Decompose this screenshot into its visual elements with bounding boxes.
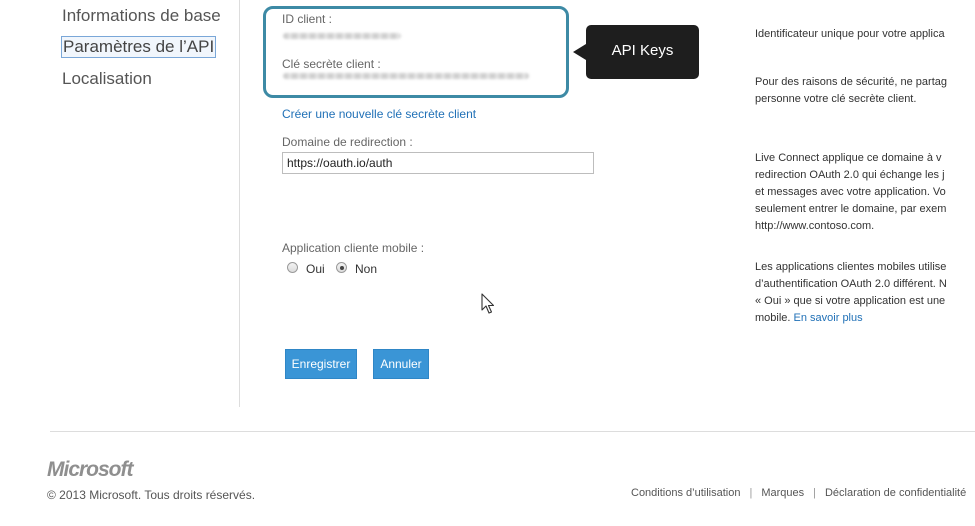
help-mobile-line: « Oui » que si votre application est une xyxy=(755,295,946,307)
client-id-label: ID client : xyxy=(282,12,333,26)
help-mobile-last-line: mobile. En savoir plus xyxy=(755,310,975,327)
nav-item-localization[interactable]: Localisation xyxy=(62,69,152,89)
trademarks-link[interactable]: Marques xyxy=(761,487,804,499)
client-id-value-redacted xyxy=(283,33,401,39)
help-redirect: Live Connect applique ce domaine à v red… xyxy=(755,150,975,235)
redirect-domain-input[interactable] xyxy=(282,152,594,174)
help-client-secret: Pour des raisons de sécurité, ne partag … xyxy=(755,74,975,108)
redirect-domain-label: Domaine de redirection : xyxy=(282,135,413,149)
help-mobile-line: d’authentification OAuth 2.0 différent. … xyxy=(755,278,947,290)
footer-links: Conditions d’utilisation | Marques | Déclara… xyxy=(631,487,966,499)
footer-separator: | xyxy=(749,487,753,499)
mobile-no-label: Non xyxy=(355,262,378,276)
help-secret-line: Pour des raisons de sécurité, ne partag xyxy=(755,76,948,88)
copyright-text: © 2013 Microsoft. Tous droits réservés. xyxy=(47,488,256,502)
help-mobile-last-prefix: mobile. xyxy=(755,312,794,324)
help-redirect-line: et messages avec votre application. Vo xyxy=(755,186,946,198)
help-secret-line: personne votre clé secrète client. xyxy=(755,93,917,105)
mobile-yes-radio[interactable] xyxy=(287,262,298,273)
help-mobile-line: Les applications clientes mobiles utilis… xyxy=(755,261,947,273)
cancel-button[interactable]: Annuler xyxy=(373,349,429,379)
help-redirect-line: http://www.contoso.com. xyxy=(755,220,875,232)
nav-item-api-settings[interactable]: Paramètres de l’API xyxy=(60,36,217,58)
terms-of-use-link[interactable]: Conditions d’utilisation xyxy=(631,487,740,499)
footer-divider xyxy=(50,431,975,432)
nav-item-basic-info[interactable]: Informations de base xyxy=(62,6,221,26)
microsoft-logo: Microsoft xyxy=(47,458,133,481)
mouse-cursor-icon xyxy=(481,293,495,314)
help-client-id: Identificateur unique pour votre applica xyxy=(755,28,945,40)
mobile-client-label: Application cliente mobile : xyxy=(282,241,425,255)
privacy-statement-link[interactable]: Déclaration de confidentialité xyxy=(825,487,966,499)
help-mobile: Les applications clientes mobiles utilis… xyxy=(755,259,975,327)
footer-separator: | xyxy=(813,487,816,499)
api-keys-callout: API Keys xyxy=(573,25,699,79)
help-redirect-line: seulement entrer le domaine, par exem xyxy=(755,203,947,215)
callout-text: API Keys xyxy=(611,42,674,59)
create-new-secret-link[interactable]: Créer une nouvelle clé secrète client xyxy=(282,107,476,121)
help-redirect-line: Live Connect applique ce domaine à v xyxy=(755,152,942,164)
learn-more-link[interactable]: En savoir plus xyxy=(794,312,863,324)
save-button[interactable]: Enregistrer xyxy=(285,349,357,379)
client-secret-value-redacted xyxy=(283,73,529,79)
nav-divider xyxy=(239,0,240,407)
mobile-yes-label: Oui xyxy=(306,262,325,276)
help-redirect-line: redirection OAuth 2.0 qui échange les j xyxy=(755,169,945,181)
client-secret-label: Clé secrète client : xyxy=(282,57,381,71)
mobile-no-radio[interactable] xyxy=(336,262,347,273)
